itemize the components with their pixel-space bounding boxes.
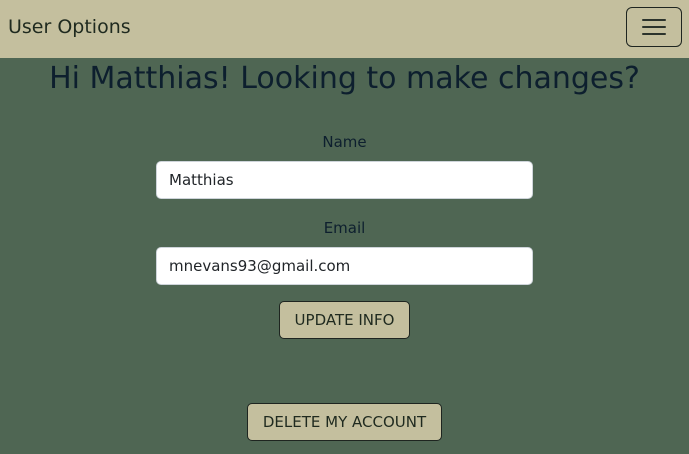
name-field[interactable] <box>156 161 533 199</box>
name-label: Name <box>322 133 367 151</box>
email-label: Email <box>323 219 366 237</box>
navbar-brand[interactable]: User Options <box>8 14 131 40</box>
delete-account-button[interactable]: DELETE MY ACCOUNT <box>247 403 442 441</box>
menu-toggle-button[interactable] <box>626 7 682 47</box>
page-title: Hi Matthias! Looking to make changes? <box>49 61 640 96</box>
email-field[interactable] <box>156 247 533 285</box>
navbar: User Options <box>0 0 689 58</box>
update-info-button[interactable]: UPDATE INFO <box>279 301 410 339</box>
